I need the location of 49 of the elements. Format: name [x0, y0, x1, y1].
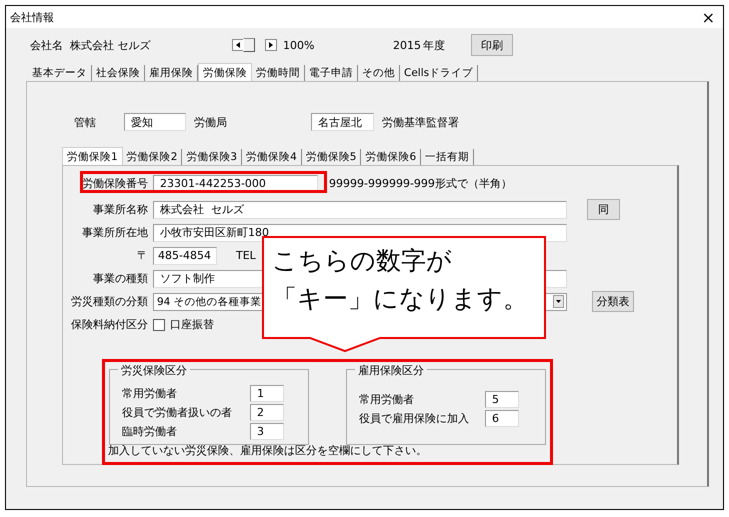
- group-title: 雇用保険区分: [355, 363, 427, 378]
- field-label: 事業の種類: [92, 271, 148, 286]
- field-label: 事業所所在地: [81, 225, 148, 240]
- field-label: 臨時労働者: [122, 424, 178, 439]
- category-number-field[interactable]: 5: [485, 391, 519, 408]
- company-name: 株式会社 セルズ: [70, 38, 152, 52]
- same-button[interactable]: 同: [587, 199, 620, 220]
- left-arrow-icon: [236, 42, 240, 48]
- category-number-field[interactable]: 2: [250, 404, 284, 421]
- tab[interactable]: 労働保険1: [62, 147, 123, 165]
- bureau-field[interactable]: 愛知: [124, 113, 186, 131]
- right-arrow-icon: [269, 42, 273, 48]
- callout-text: こちらの数字が 「キー」になります。: [272, 245, 528, 315]
- tab[interactable]: 労働保険: [198, 63, 252, 81]
- zoom-value: 100%: [283, 38, 316, 52]
- field-label: 事業所名称: [92, 202, 148, 217]
- year-value: 2015: [393, 38, 422, 52]
- office-field[interactable]: 名古屋北: [311, 113, 374, 131]
- window-title: 会社情報: [10, 10, 54, 24]
- field-label: 役員で労働者扱いの者: [122, 405, 233, 420]
- field-label: 常用労働者: [359, 392, 415, 407]
- bureau-label: 労働局: [194, 114, 227, 130]
- close-button[interactable]: ×: [694, 8, 723, 26]
- format-hint: 99999-999999-999形式で（半角）: [329, 176, 512, 191]
- field-label: 労働保険番号: [81, 176, 148, 191]
- category-number-field[interactable]: 1: [250, 385, 284, 402]
- category-number-field[interactable]: 3: [250, 423, 284, 440]
- postal-code-field[interactable]: 485-4854: [153, 246, 217, 264]
- office-name-field[interactable]: 株式会社 セルズ: [153, 200, 567, 218]
- scroll-thumb[interactable]: [243, 38, 255, 52]
- field-label: 労災種類の分類: [70, 294, 148, 309]
- category-number-field[interactable]: 6: [485, 410, 519, 427]
- scroll-right-button[interactable]: [265, 39, 277, 51]
- company-label: 会社名: [30, 38, 64, 52]
- classification-button[interactable]: 分類表: [592, 291, 634, 312]
- office-label: 労働基準監督署: [382, 114, 459, 130]
- scroll-left-button[interactable]: [232, 39, 244, 51]
- checkbox-label: 口座振替: [170, 317, 214, 332]
- year-label: 年度: [423, 38, 446, 52]
- group-title: 労災保険区分: [118, 363, 190, 378]
- jurisdiction-label: 管轄: [74, 114, 96, 130]
- tel-label: TEL: [236, 249, 256, 262]
- print-button[interactable]: 印刷: [471, 34, 513, 56]
- field-label: 〒: [136, 248, 148, 263]
- field-label: 役員で雇用保険に加入: [359, 411, 470, 426]
- checkbox[interactable]: [153, 318, 165, 330]
- note-text: 加入していない労災保険、雇用保険は区分を空欄にして下さい。: [108, 443, 427, 458]
- field-label: 常用労働者: [122, 386, 178, 401]
- field-label: 保険料納付区分: [70, 317, 148, 332]
